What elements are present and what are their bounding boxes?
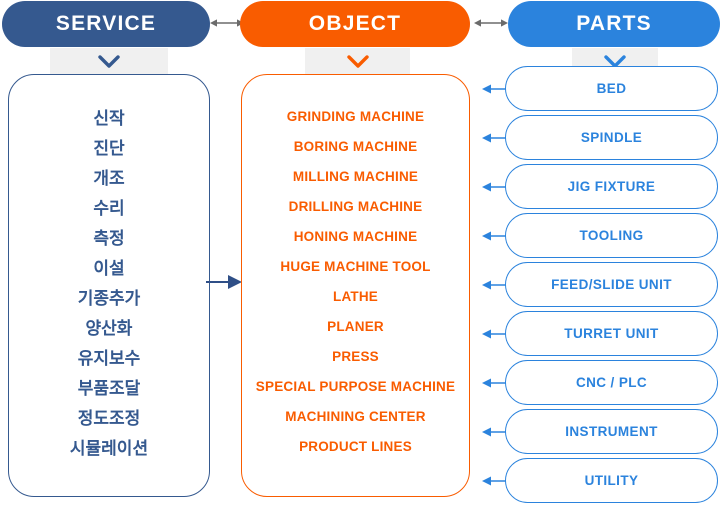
parts-pill[interactable]: TURRET UNIT xyxy=(505,311,718,356)
service-item[interactable]: 양산화 xyxy=(9,313,209,343)
right-arrow-icon-service-to-object xyxy=(206,274,242,290)
service-item[interactable]: 진단 xyxy=(9,133,209,163)
parts-row: SPINDLE xyxy=(480,115,720,164)
parts-pill-label: CNC / PLC xyxy=(575,375,648,390)
service-item[interactable]: 측정 xyxy=(9,223,209,253)
object-item[interactable]: LATHE xyxy=(242,282,469,312)
parts-pill-label: JIG FIXTURE xyxy=(567,179,656,194)
parts-pill-label: BED xyxy=(596,81,627,96)
parts-row: BED xyxy=(480,66,720,115)
object-item[interactable]: PLANER xyxy=(242,312,469,342)
object-item[interactable]: HONING MACHINE xyxy=(242,222,469,252)
parts-pill[interactable]: BED xyxy=(505,66,718,111)
header-object[interactable]: OBJECT xyxy=(240,1,470,47)
parts-pill-label: SPINDLE xyxy=(580,130,643,145)
double-arrow-icon-service-object xyxy=(210,16,244,30)
object-item[interactable]: SPECIAL PURPOSE MACHINE xyxy=(242,372,469,402)
service-item[interactable]: 정도조정 xyxy=(9,403,209,433)
parts-pill-label: TURRET UNIT xyxy=(564,326,659,341)
header-row: SERVICE OBJECT PARTS xyxy=(0,0,720,48)
chevron-down-icon-object xyxy=(346,54,369,68)
parts-pill[interactable]: INSTRUMENT xyxy=(505,409,718,454)
parts-row: TURRET UNIT xyxy=(480,311,720,360)
service-item[interactable]: 부품조달 xyxy=(9,373,209,403)
panel-object: GRINDING MACHINE BORING MACHINE MILLING MA… xyxy=(241,74,470,497)
service-item[interactable]: 시뮬레이션 xyxy=(9,433,209,463)
double-arrow-icon-object-parts xyxy=(474,16,508,30)
header-service-label: SERVICE xyxy=(55,12,157,35)
chevron-down-icon-service xyxy=(98,54,120,68)
parts-pill[interactable]: SPINDLE xyxy=(505,115,718,160)
parts-pill-label: INSTRUMENT xyxy=(565,424,658,439)
object-item[interactable]: GRINDING MACHINE xyxy=(242,102,469,132)
object-item[interactable]: BORING MACHINE xyxy=(242,132,469,162)
header-object-label: OBJECT xyxy=(308,12,402,35)
parts-pill[interactable]: UTILITY xyxy=(505,458,718,503)
object-item[interactable]: MACHINING CENTER xyxy=(242,402,469,432)
service-item[interactable]: 신작 xyxy=(9,103,209,133)
service-item[interactable]: 유지보수 xyxy=(9,343,209,373)
object-item[interactable]: HUGE MACHINE TOOL xyxy=(242,252,469,282)
parts-pill-label: FEED/SLIDE UNIT xyxy=(551,277,672,292)
service-item[interactable]: 기종추가 xyxy=(9,283,209,313)
object-item[interactable]: DRILLING MACHINE xyxy=(242,192,469,222)
chevron-band-service xyxy=(50,48,168,74)
parts-row: UTILITY xyxy=(480,458,720,507)
parts-pill-label: UTILITY xyxy=(584,473,639,488)
service-item[interactable]: 개조 xyxy=(9,163,209,193)
object-item[interactable]: MILLING MACHINE xyxy=(242,162,469,192)
header-service[interactable]: SERVICE xyxy=(2,1,210,47)
chevron-band-object xyxy=(305,48,410,74)
object-item[interactable]: PRESS xyxy=(242,342,469,372)
panel-parts: BED SPINDLE JIG FIXTURE TOOLING FEED/SLIDE U… xyxy=(480,66,720,503)
parts-row: INSTRUMENT xyxy=(480,409,720,458)
parts-row: CNC / PLC xyxy=(480,360,720,409)
parts-pill[interactable]: FEED/SLIDE UNIT xyxy=(505,262,718,307)
parts-pill[interactable]: JIG FIXTURE xyxy=(505,164,718,209)
panel-service: 신작 진단 개조 수리 측정 이설 기종추가 양산화 유지보수 부품조달 정도조정 시뮬레이션 xyxy=(8,74,210,497)
header-parts-label: PARTS xyxy=(576,12,652,35)
parts-row: FEED/SLIDE UNIT xyxy=(480,262,720,311)
parts-row: JIG FIXTURE xyxy=(480,164,720,213)
header-parts[interactable]: PARTS xyxy=(508,1,720,47)
parts-pill[interactable]: CNC / PLC xyxy=(505,360,718,405)
service-item[interactable]: 수리 xyxy=(9,193,209,223)
parts-pill[interactable]: TOOLING xyxy=(505,213,718,258)
service-item[interactable]: 이설 xyxy=(9,253,209,283)
parts-pill-label: TOOLING xyxy=(579,228,644,243)
object-item[interactable]: PRODUCT LINES xyxy=(242,432,469,462)
parts-row: TOOLING xyxy=(480,213,720,262)
